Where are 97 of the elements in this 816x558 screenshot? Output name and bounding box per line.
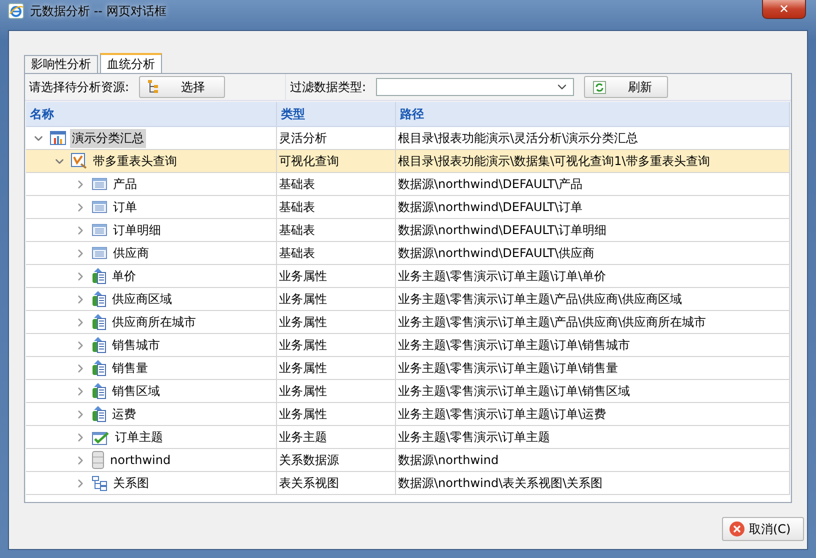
attribute-icon bbox=[92, 406, 106, 422]
type-text: 业务属性 bbox=[279, 382, 327, 400]
node-name: 运费 bbox=[111, 406, 137, 422]
table-icon bbox=[92, 247, 107, 259]
tree-row[interactable]: 单价 业务属性 业务主题\零售演示\订单主题\订单\单价 bbox=[26, 265, 790, 288]
node-name: 销售城市 bbox=[111, 336, 161, 354]
tree-row[interactable]: 订单主题 业务主题 业务主题\零售演示\订单主题 bbox=[26, 426, 790, 449]
node-name: 订单主题 bbox=[114, 428, 164, 446]
attribute-icon bbox=[92, 268, 106, 284]
tree-icon bbox=[148, 80, 160, 94]
path-text: 业务主题\零售演示\订单主题\订单\销售量 bbox=[398, 360, 618, 376]
type-text: 基础表 bbox=[279, 176, 315, 192]
checklist-icon bbox=[92, 430, 109, 444]
tree-row[interactable]: northwind 关系数据源 数据源\northwind bbox=[26, 449, 790, 472]
path-text: 业务主题\零售演示\订单主题\产品\供应商\供应商所在城市 bbox=[398, 314, 706, 330]
tree-row[interactable]: 销售城市 业务属性 业务主题\零售演示\订单主题\订单\销售城市 bbox=[26, 334, 790, 357]
node-name: 销售区域 bbox=[111, 382, 161, 400]
resource-label: 请选择待分析资源: bbox=[29, 78, 130, 96]
select-button[interactable]: 选择 bbox=[139, 76, 226, 98]
node-name: 订单明细 bbox=[112, 222, 162, 238]
type-text: 基础表 bbox=[279, 222, 315, 238]
path-text: 业务主题\零售演示\订单主题\产品\供应商\供应商区域 bbox=[398, 290, 682, 308]
path-text: 业务主题\零售演示\订单主题\订单\单价 bbox=[398, 268, 606, 284]
path-text: 数据源\northwind\DEFAULT\产品 bbox=[398, 176, 583, 192]
node-name: 销售量 bbox=[111, 360, 149, 376]
tree-row[interactable]: 订单 基础表 数据源\northwind\DEFAULT\订单 bbox=[26, 196, 790, 219]
type-text: 基础表 bbox=[279, 198, 315, 216]
node-name: 供应商区域 bbox=[111, 290, 173, 308]
tab[interactable]: 影响性分析 bbox=[24, 55, 98, 73]
node-name: 关系图 bbox=[112, 474, 150, 492]
node-name: 单价 bbox=[111, 268, 137, 284]
table-icon bbox=[92, 224, 107, 236]
column-header[interactable]: 类型 bbox=[277, 102, 396, 126]
column-header[interactable]: 路径 bbox=[396, 102, 790, 126]
type-text: 业务属性 bbox=[279, 406, 327, 422]
type-text: 基础表 bbox=[279, 244, 315, 262]
type-text: 业务属性 bbox=[279, 336, 327, 354]
close-button[interactable]: ✕ bbox=[762, 0, 806, 19]
path-text: 业务主题\零售演示\订单主题\订单\销售城市 bbox=[398, 336, 630, 354]
path-text: 业务主题\零售演示\订单主题 bbox=[398, 428, 550, 446]
node-name: 供应商 bbox=[112, 244, 150, 262]
type-text: 业务主题 bbox=[279, 428, 327, 446]
type-text: 关系数据源 bbox=[279, 452, 339, 468]
path-text: 业务主题\零售演示\订单主题\订单\运费 bbox=[398, 406, 606, 422]
tab[interactable]: 血统分析 bbox=[100, 53, 162, 74]
refresh-button[interactable]: 刷新 bbox=[584, 76, 668, 98]
tree-row[interactable]: 销售量 业务属性 业务主题\零售演示\订单主题\订单\销售量 bbox=[26, 357, 790, 380]
tree-row[interactable]: 演示分类汇总 灵活分析 根目录\报表功能演示\灵活分析\演示分类汇总 bbox=[26, 127, 790, 150]
column-header[interactable]: 名称 bbox=[26, 102, 277, 126]
path-text: 数据源\northwind\DEFAULT\订单明细 bbox=[398, 222, 607, 238]
database-icon bbox=[92, 451, 104, 469]
tree-row[interactable]: 关系图 表关系视图 数据源\northwind\表关系视图\关系图 bbox=[26, 472, 790, 495]
type-text: 业务属性 bbox=[279, 290, 327, 308]
node-name: 产品 bbox=[112, 176, 138, 192]
path-text: 数据源\northwind bbox=[398, 452, 499, 468]
attribute-icon bbox=[92, 337, 106, 353]
window-title: 元数据分析 -- 网页对话框 bbox=[30, 3, 166, 19]
path-text: 数据源\northwind\表关系视图\关系图 bbox=[398, 474, 603, 492]
cancel-icon bbox=[729, 521, 745, 537]
tree-row[interactable]: 运费 业务属性 业务主题\零售演示\订单主题\订单\运费 bbox=[26, 403, 790, 426]
type-text: 业务属性 bbox=[279, 268, 327, 284]
table-icon bbox=[92, 178, 107, 190]
type-text: 业务属性 bbox=[279, 360, 327, 376]
diagram-icon bbox=[92, 476, 107, 490]
path-text: 数据源\northwind\DEFAULT\订单 bbox=[398, 198, 583, 216]
tree-row[interactable]: 订单明细 基础表 数据源\northwind\DEFAULT\订单明细 bbox=[26, 219, 790, 242]
query-icon bbox=[71, 153, 87, 169]
tree-row[interactable]: 供应商所在城市 业务属性 业务主题\零售演示\订单主题\产品\供应商\供应商所在城市 bbox=[26, 311, 790, 334]
tree-row[interactable]: 产品 基础表 数据源\northwind\DEFAULT\产品 bbox=[26, 173, 790, 196]
attribute-icon bbox=[92, 383, 106, 399]
node-name: 供应商所在城市 bbox=[111, 314, 197, 330]
tree-row[interactable]: 供应商区域 业务属性 业务主题\零售演示\订单主题\产品\供应商\供应商区域 bbox=[26, 288, 790, 311]
filter-dropdown[interactable] bbox=[376, 78, 574, 96]
attribute-icon bbox=[92, 314, 106, 330]
node-name: 演示分类汇总 bbox=[70, 128, 146, 148]
type-text: 灵活分析 bbox=[279, 130, 327, 146]
filter-label: 过滤数据类型: bbox=[290, 78, 366, 96]
node-name: 带多重表头查询 bbox=[92, 152, 178, 170]
cancel-button[interactable]: 取消(C) bbox=[722, 517, 804, 541]
path-text: 根目录\报表功能演示\数据集\可视化查询1\带多重表头查询 bbox=[398, 152, 710, 170]
path-text: 根目录\报表功能演示\灵活分析\演示分类汇总 bbox=[398, 130, 638, 146]
table-icon bbox=[92, 201, 107, 213]
browser-icon bbox=[8, 3, 24, 19]
refresh-icon bbox=[593, 80, 606, 94]
type-text: 业务属性 bbox=[279, 314, 327, 330]
path-text: 数据源\northwind\DEFAULT\供应商 bbox=[398, 244, 595, 262]
attribute-icon bbox=[92, 291, 106, 307]
tree-row[interactable]: 供应商 基础表 数据源\northwind\DEFAULT\供应商 bbox=[26, 242, 790, 265]
path-text: 业务主题\零售演示\订单主题\订单\销售区域 bbox=[398, 382, 630, 400]
attribute-icon bbox=[92, 360, 106, 376]
tree-row[interactable]: 带多重表头查询 可视化查询 根目录\报表功能演示\数据集\可视化查询1\带多重表头查询 bbox=[26, 150, 790, 173]
type-text: 表关系视图 bbox=[279, 474, 339, 492]
chart-icon bbox=[50, 131, 66, 145]
node-name: 订单 bbox=[112, 198, 138, 216]
type-text: 可视化查询 bbox=[279, 152, 339, 170]
tree-row[interactable]: 销售区域 业务属性 业务主题\零售演示\订单主题\订单\销售区域 bbox=[26, 380, 790, 403]
node-name: northwind bbox=[109, 452, 172, 468]
